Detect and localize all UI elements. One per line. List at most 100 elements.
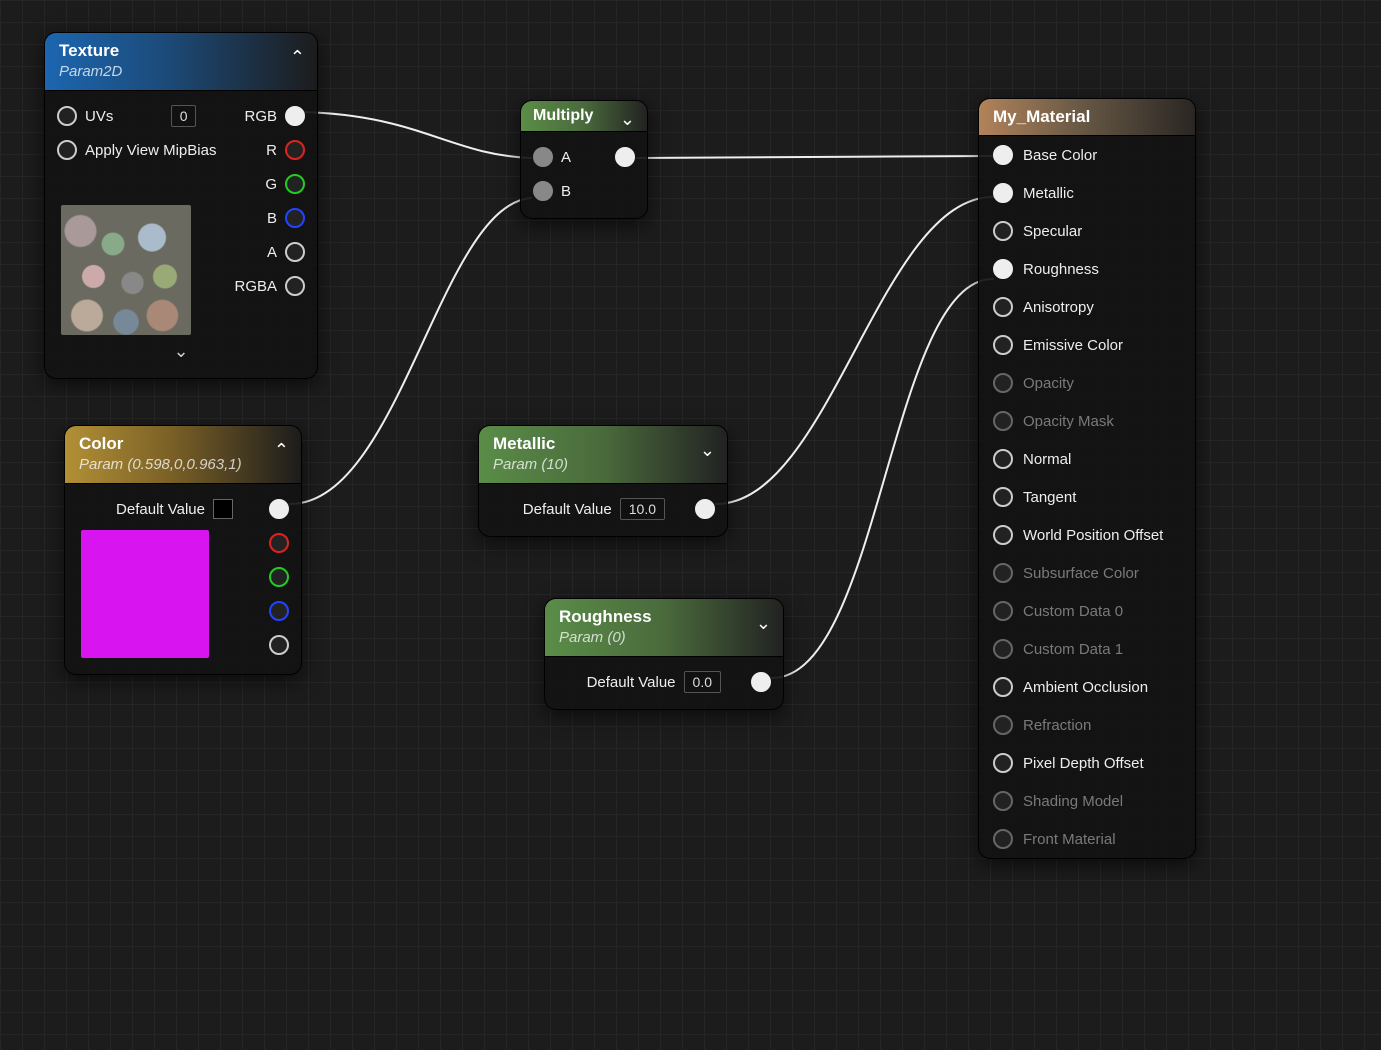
metallic-node[interactable]: Metallic Param (10) ⌄ Default Value 10.0 [478, 425, 728, 537]
metallic-value[interactable]: 10.0 [620, 498, 665, 520]
metallic-default-label: Default Value [523, 501, 612, 518]
input-pin-icon[interactable] [993, 297, 1013, 317]
g-label: G [265, 176, 277, 193]
multiply-node-header[interactable]: Multiply ⌄ [521, 101, 647, 132]
material-pin-label: Normal [1023, 451, 1071, 468]
input-pin-icon[interactable] [993, 715, 1013, 735]
multiply-node[interactable]: Multiply ⌄ A B [520, 100, 648, 219]
input-pin-icon[interactable] [993, 677, 1013, 697]
metallic-output-pin[interactable] [695, 499, 715, 519]
material-pin-label: Specular [1023, 223, 1082, 240]
material-pin-custom-data-1[interactable]: Custom Data 1 [979, 630, 1195, 668]
color-swatch-small[interactable] [213, 499, 233, 519]
texture-node[interactable]: Texture Param2D ⌃ UVs 0 RGB Apply View M… [44, 32, 318, 379]
input-pin-icon[interactable] [993, 525, 1013, 545]
input-pin-icon[interactable] [993, 259, 1013, 279]
uvs-input-pin[interactable] [57, 106, 77, 126]
input-pin-icon[interactable] [993, 145, 1013, 165]
color-node-header[interactable]: Color Param (0.598,0,0.963,1) ⌃ [65, 426, 301, 484]
g-output-pin[interactable] [285, 174, 305, 194]
input-pin-icon[interactable] [993, 563, 1013, 583]
material-output-node[interactable]: My_Material Base Color Metallic Specular Ro… [978, 98, 1196, 859]
r-label: R [266, 142, 277, 159]
uvs-label: UVs [85, 108, 163, 125]
material-pin-emissive-color[interactable]: Emissive Color [979, 326, 1195, 364]
metallic-node-title: Metallic [493, 434, 713, 454]
roughness-node-title: Roughness [559, 607, 769, 627]
material-pin-tangent[interactable]: Tangent [979, 478, 1195, 516]
material-pin-label: Refraction [1023, 717, 1091, 734]
multiply-b-label: B [561, 183, 635, 200]
material-pin-label: Opacity Mask [1023, 413, 1114, 430]
color-a-pin[interactable] [269, 635, 289, 655]
roughness-value[interactable]: 0.0 [684, 671, 721, 693]
material-pin-label: Pixel Depth Offset [1023, 755, 1144, 772]
multiply-node-title: Multiply [533, 107, 593, 124]
input-pin-icon[interactable] [993, 639, 1013, 659]
input-pin-icon[interactable] [993, 601, 1013, 621]
metallic-node-header[interactable]: Metallic Param (10) ⌄ [479, 426, 727, 484]
material-pin-ambient-occlusion[interactable]: Ambient Occlusion [979, 668, 1195, 706]
rgba-output-pin[interactable] [285, 276, 305, 296]
material-pin-subsurface-color[interactable]: Subsurface Color [979, 554, 1195, 592]
input-pin-icon[interactable] [993, 335, 1013, 355]
material-pin-label: Ambient Occlusion [1023, 679, 1148, 696]
rgb-output-pin[interactable] [285, 106, 305, 126]
input-pin-icon[interactable] [993, 449, 1013, 469]
input-pin-icon[interactable] [993, 487, 1013, 507]
color-g-pin[interactable] [269, 567, 289, 587]
material-pin-world-position-offset[interactable]: World Position Offset [979, 516, 1195, 554]
b-label: B [267, 210, 277, 227]
material-node-header[interactable]: My_Material [979, 99, 1195, 136]
color-b-pin[interactable] [269, 601, 289, 621]
material-pin-shading-model[interactable]: Shading Model [979, 782, 1195, 820]
color-r-pin[interactable] [269, 533, 289, 553]
roughness-output-pin[interactable] [751, 672, 771, 692]
material-pin-custom-data-0[interactable]: Custom Data 0 [979, 592, 1195, 630]
expand-icon[interactable]: ⌄ [620, 109, 635, 130]
expand-icon[interactable]: ⌄ [700, 440, 715, 461]
input-pin-icon[interactable] [993, 411, 1013, 431]
material-pin-front-material[interactable]: Front Material [979, 820, 1195, 858]
color-output-pin[interactable] [269, 499, 289, 519]
color-node-subtitle: Param (0.598,0,0.963,1) [79, 456, 287, 473]
expand-icon[interactable]: ⌄ [57, 341, 305, 368]
collapse-icon[interactable]: ⌃ [290, 47, 305, 68]
material-pin-refraction[interactable]: Refraction [979, 706, 1195, 744]
uvs-value[interactable]: 0 [171, 105, 197, 127]
input-pin-icon[interactable] [993, 829, 1013, 849]
roughness-node-header[interactable]: Roughness Param (0) ⌄ [545, 599, 783, 657]
multiply-b-pin[interactable] [533, 181, 553, 201]
texture-node-subtitle: Param2D [59, 63, 303, 80]
r-output-pin[interactable] [285, 140, 305, 160]
roughness-default-label: Default Value [587, 674, 676, 691]
mipbias-input-pin[interactable] [57, 140, 77, 160]
material-pin-metallic[interactable]: Metallic [979, 174, 1195, 212]
material-pin-label: Metallic [1023, 185, 1074, 202]
color-node-title: Color [79, 434, 287, 454]
input-pin-icon[interactable] [993, 221, 1013, 241]
b-output-pin[interactable] [285, 208, 305, 228]
material-pin-pixel-depth-offset[interactable]: Pixel Depth Offset [979, 744, 1195, 782]
multiply-a-pin[interactable] [533, 147, 553, 167]
material-pin-specular[interactable]: Specular [979, 212, 1195, 250]
collapse-icon[interactable]: ⌃ [274, 440, 289, 461]
input-pin-icon[interactable] [993, 183, 1013, 203]
material-pin-opacity[interactable]: Opacity [979, 364, 1195, 402]
material-pin-label: Opacity [1023, 375, 1074, 392]
input-pin-icon[interactable] [993, 791, 1013, 811]
input-pin-icon[interactable] [993, 373, 1013, 393]
expand-icon[interactable]: ⌄ [756, 613, 771, 634]
multiply-output-pin[interactable] [615, 147, 635, 167]
input-pin-icon[interactable] [993, 753, 1013, 773]
material-pin-roughness[interactable]: Roughness [979, 250, 1195, 288]
material-pin-opacity-mask[interactable]: Opacity Mask [979, 402, 1195, 440]
metallic-node-subtitle: Param (10) [493, 456, 713, 473]
a-output-pin[interactable] [285, 242, 305, 262]
material-pin-anisotropy[interactable]: Anisotropy [979, 288, 1195, 326]
color-node[interactable]: Color Param (0.598,0,0.963,1) ⌃ Default … [64, 425, 302, 675]
material-pin-base-color[interactable]: Base Color [979, 136, 1195, 174]
texture-node-header[interactable]: Texture Param2D ⌃ [45, 33, 317, 91]
roughness-node[interactable]: Roughness Param (0) ⌄ Default Value 0.0 [544, 598, 784, 710]
material-pin-normal[interactable]: Normal [979, 440, 1195, 478]
